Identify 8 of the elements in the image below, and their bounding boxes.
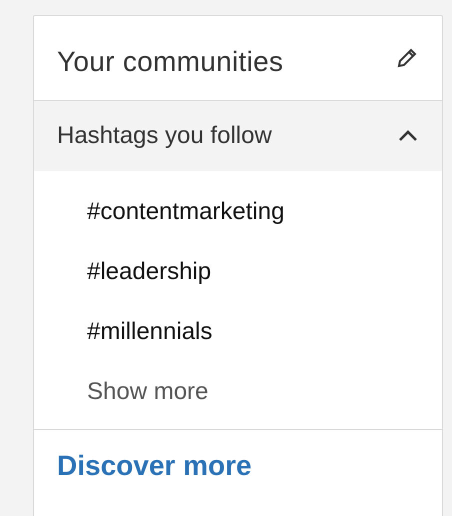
hashtag-link[interactable]: #millennials (87, 317, 212, 377)
discover-more-link[interactable]: Discover more (57, 450, 252, 482)
hashtag-link[interactable]: #leadership (87, 257, 212, 317)
pencil-icon[interactable] (396, 47, 418, 69)
section-header[interactable]: Hashtags you follow (34, 101, 442, 171)
card-title: Your communities (57, 46, 284, 78)
hashtag-link[interactable]: #contentmarketing (87, 197, 284, 257)
show-more-link[interactable]: Show more (87, 377, 208, 407)
